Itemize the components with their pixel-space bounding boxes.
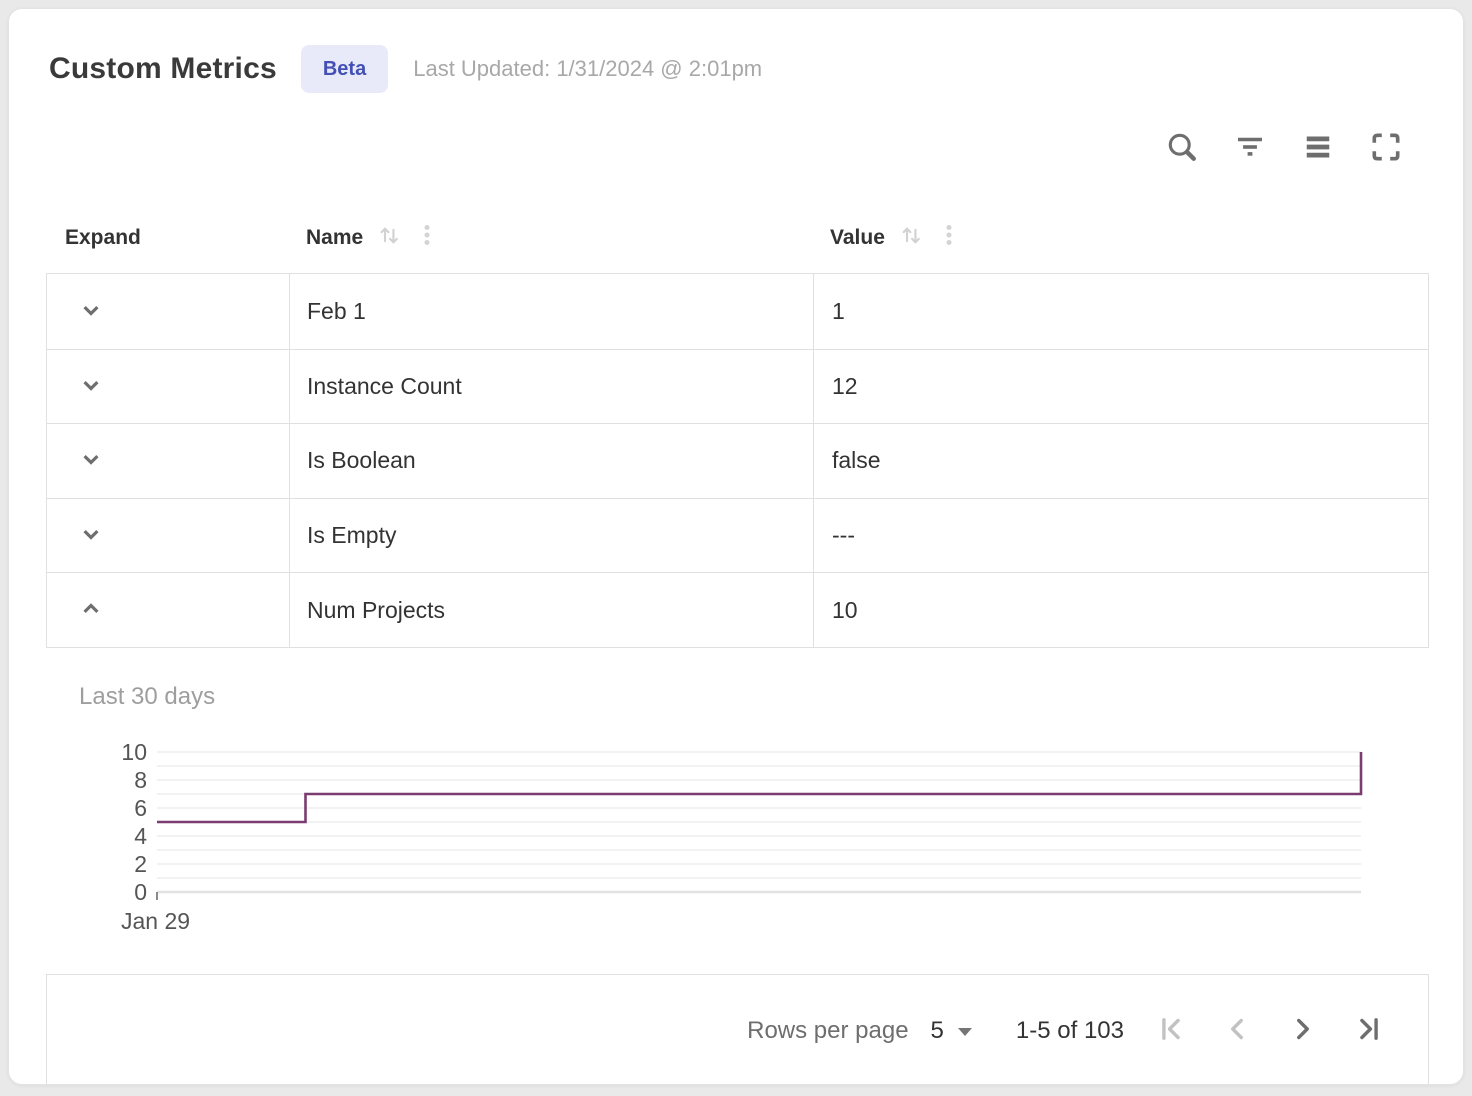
filter-button[interactable] xyxy=(1231,129,1269,167)
column-menu-icon[interactable] xyxy=(937,223,961,253)
previous-page-button[interactable] xyxy=(1216,1010,1258,1052)
expand-cell xyxy=(47,499,290,573)
value-cell: false xyxy=(814,424,1428,498)
pagination-footer: Rows per page 5 1-5 of 103 xyxy=(46,974,1429,1085)
chevron-down-icon xyxy=(77,371,105,402)
name-cell: Is Boolean xyxy=(290,424,814,498)
last-updated-text: Last Updated: 1/31/2024 @ 2:01pm xyxy=(413,56,762,82)
chevron-left-icon xyxy=(1220,1012,1254,1049)
table-row: Feb 11 xyxy=(47,274,1428,349)
collapse-row-button[interactable] xyxy=(77,595,105,626)
metric-chart: 0246810 Jan 29 xyxy=(101,739,1371,944)
density-icon xyxy=(1300,129,1336,168)
name-cell: Num Projects xyxy=(290,573,814,647)
expand-row-button[interactable] xyxy=(77,371,105,402)
expand-row-button[interactable] xyxy=(77,520,105,551)
density-button[interactable] xyxy=(1299,129,1337,167)
search-button[interactable] xyxy=(1163,129,1201,167)
chevron-down-icon xyxy=(77,445,105,476)
rows-per-page-select[interactable]: 5 xyxy=(931,1017,972,1045)
last-page-button[interactable] xyxy=(1348,1010,1390,1052)
column-menu-icon[interactable] xyxy=(415,223,439,253)
table-header-row: Expand Name Value xyxy=(46,206,1429,270)
name-cell: Is Empty xyxy=(290,499,814,573)
first-page-icon xyxy=(1154,1012,1188,1049)
chevron-down-icon xyxy=(77,296,105,327)
expand-cell xyxy=(47,274,290,349)
chevron-up-icon xyxy=(77,595,105,626)
svg-text:0: 0 xyxy=(134,879,147,905)
value-cell: 10 xyxy=(814,573,1428,647)
svg-text:6: 6 xyxy=(134,795,147,821)
grid-toolbar xyxy=(1163,129,1405,167)
expand-cell xyxy=(47,573,290,647)
fullscreen-icon xyxy=(1368,129,1404,168)
sort-icon[interactable] xyxy=(898,222,925,255)
card-header: Custom Metrics Beta Last Updated: 1/31/2… xyxy=(49,45,762,93)
value-cell: 1 xyxy=(814,274,1428,349)
dropdown-arrow-icon xyxy=(958,1028,972,1036)
svg-text:Jan 29: Jan 29 xyxy=(121,908,190,934)
column-header-value[interactable]: Value xyxy=(813,222,1429,255)
custom-metrics-card: Custom Metrics Beta Last Updated: 1/31/2… xyxy=(8,8,1464,1085)
table-row: Num Projects10 xyxy=(47,572,1428,647)
last-page-icon xyxy=(1352,1012,1386,1049)
step-line-chart: 0246810 Jan 29 xyxy=(101,739,1371,944)
expand-cell xyxy=(47,424,290,498)
pagination-controls xyxy=(1150,1010,1390,1052)
rows-per-page-value: 5 xyxy=(931,1017,944,1045)
next-page-button[interactable] xyxy=(1282,1010,1324,1052)
name-cell: Feb 1 xyxy=(290,274,814,349)
value-cell: 12 xyxy=(814,350,1428,424)
page-title: Custom Metrics xyxy=(49,52,277,86)
svg-text:8: 8 xyxy=(134,767,147,793)
fullscreen-button[interactable] xyxy=(1367,129,1405,167)
rows-per-page-label: Rows per page xyxy=(747,1017,908,1045)
sort-icon[interactable] xyxy=(376,222,403,255)
first-page-button[interactable] xyxy=(1150,1010,1192,1052)
svg-text:10: 10 xyxy=(121,739,147,765)
name-cell: Instance Count xyxy=(290,350,814,424)
filter-icon xyxy=(1232,129,1268,168)
column-header-expand: Expand xyxy=(46,226,289,250)
chevron-down-icon xyxy=(77,520,105,551)
beta-badge: Beta xyxy=(301,45,388,93)
chart-title: Last 30 days xyxy=(79,683,215,711)
table-row: Instance Count12 xyxy=(47,349,1428,424)
table-row: Is Booleanfalse xyxy=(47,423,1428,498)
pagination-range-text: 1-5 of 103 xyxy=(1016,1017,1124,1045)
expand-row-button[interactable] xyxy=(77,296,105,327)
value-cell: --- xyxy=(814,499,1428,573)
expand-cell xyxy=(47,350,290,424)
expand-row-button[interactable] xyxy=(77,445,105,476)
table-body: Feb 11Instance Count12Is BooleanfalseIs … xyxy=(46,273,1429,648)
search-icon xyxy=(1164,129,1200,168)
table-row: Is Empty--- xyxy=(47,498,1428,573)
chevron-right-icon xyxy=(1286,1012,1320,1049)
column-header-name[interactable]: Name xyxy=(289,222,813,255)
svg-text:2: 2 xyxy=(134,851,147,877)
svg-text:4: 4 xyxy=(134,823,147,849)
